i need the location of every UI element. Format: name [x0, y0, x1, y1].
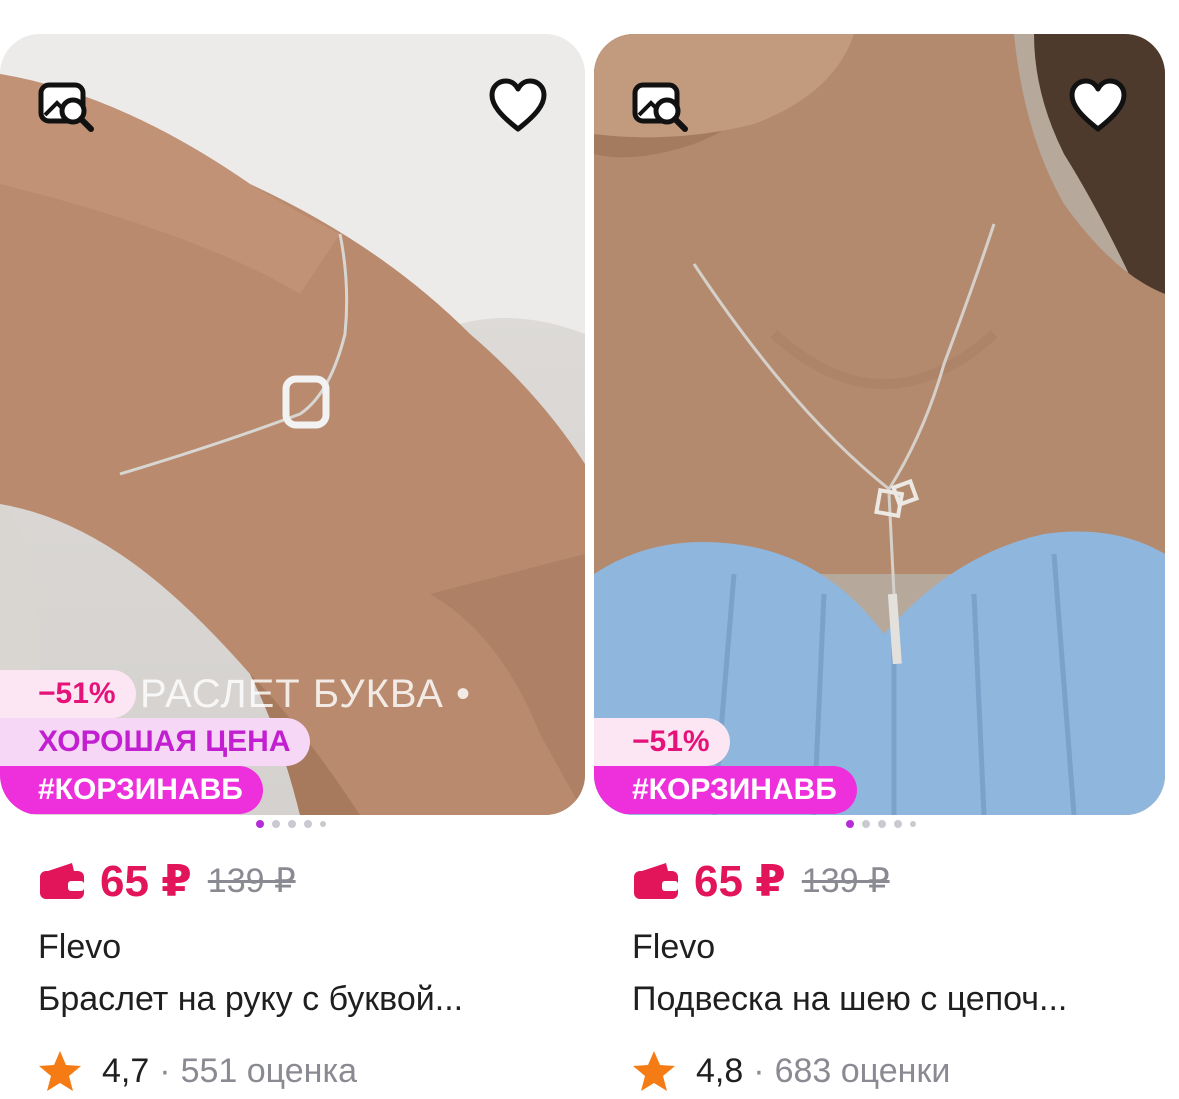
heart-icon — [1069, 78, 1127, 132]
discount-badge: −51% — [0, 670, 136, 718]
product-card-necklace[interactable]: −51% #КОРЗИНАВБ 65 ₽ 139 ₽ Flevo Подвеск… — [594, 34, 1165, 1094]
rating-row: 4,8 · 683 оценки — [632, 1046, 950, 1096]
necklace-photo-illustration — [594, 34, 1165, 815]
heart-icon — [489, 78, 547, 132]
promo-tag-badge[interactable]: #КОРЗИНАВБ — [0, 766, 263, 814]
carousel-dot — [304, 820, 312, 828]
brand-name[interactable]: Flevo — [38, 928, 121, 967]
reviews-count[interactable]: 683 оценки — [775, 1052, 951, 1091]
product-title[interactable]: Браслет на руку с буквой... — [38, 980, 558, 1019]
carousel-dot — [894, 820, 902, 828]
rating-separator: · — [159, 1051, 171, 1090]
rating-separator: · — [753, 1051, 765, 1090]
price-row: 65 ₽ 139 ₽ — [632, 856, 890, 906]
carousel-dot — [910, 821, 916, 827]
rating-value: 4,8 — [696, 1051, 744, 1090]
image-search-icon — [38, 82, 94, 132]
price-row: 65 ₽ 139 ₽ — [38, 856, 296, 906]
product-card-bracelet[interactable]: РАСЛЕТ БУКВА • −51% ХОРОШАЯ ЦЕНА #КОРЗИН… — [0, 34, 585, 1094]
product-photo[interactable]: −51% #КОРЗИНАВБ — [594, 34, 1165, 815]
carousel-dots — [256, 820, 326, 828]
current-price: 65 ₽ — [100, 856, 192, 906]
product-title[interactable]: Подвеска на шею с цепоч... — [632, 980, 1152, 1019]
wallet-icon — [634, 863, 678, 899]
carousel-dot — [862, 820, 870, 828]
promo-tag-badge[interactable]: #КОРЗИНАВБ — [594, 766, 857, 814]
carousel-dot — [288, 820, 296, 828]
carousel-dot-active — [846, 820, 854, 828]
brand-name[interactable]: Flevo — [632, 928, 715, 967]
current-price: 65 ₽ — [694, 856, 786, 906]
product-photo[interactable]: РАСЛЕТ БУКВА • −51% ХОРОШАЯ ЦЕНА #КОРЗИН… — [0, 34, 585, 815]
image-search-icon — [632, 82, 688, 132]
favorite-button[interactable] — [1063, 72, 1133, 142]
discount-badge: −51% — [594, 718, 730, 766]
image-search-button[interactable] — [626, 72, 696, 142]
wallet-icon — [40, 863, 84, 899]
star-icon — [633, 1051, 675, 1091]
old-price: 139 ₽ — [801, 862, 890, 900]
image-search-button[interactable] — [32, 72, 102, 142]
reviews-count[interactable]: 551 оценка — [181, 1052, 357, 1091]
star-icon — [39, 1051, 81, 1091]
photo-overlay-text: РАСЛЕТ БУКВА • — [140, 672, 472, 716]
carousel-dot-active — [256, 820, 264, 828]
carousel-dot — [272, 820, 280, 828]
good-price-badge: ХОРОШАЯ ЦЕНА — [0, 718, 311, 766]
carousel-dot — [878, 820, 886, 828]
rating-row: 4,7 · 551 оценка — [38, 1046, 357, 1096]
rating-value: 4,7 — [102, 1051, 150, 1090]
old-price: 139 ₽ — [207, 862, 296, 900]
carousel-dots — [846, 820, 916, 828]
favorite-button[interactable] — [483, 72, 553, 142]
carousel-dot — [320, 821, 326, 827]
